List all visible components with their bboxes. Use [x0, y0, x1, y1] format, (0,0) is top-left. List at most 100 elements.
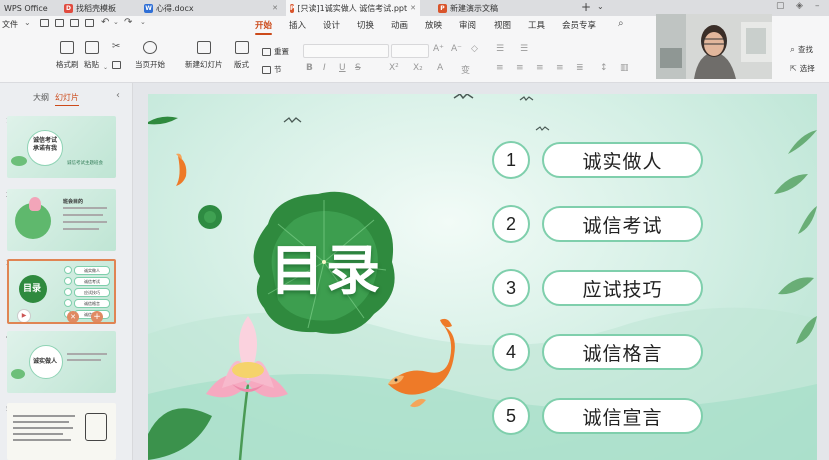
decrease-font-icon[interactable]: A⁻ [451, 44, 462, 54]
menu-slideshow[interactable]: 放映 [425, 19, 442, 31]
export-pdf-icon[interactable] [55, 19, 64, 29]
toc-item-4[interactable]: 4 诚信格言 [492, 332, 703, 371]
underline-button[interactable]: U [339, 63, 346, 73]
start-from-current-button[interactable]: 当页开始 [135, 41, 165, 70]
redo-icon[interactable]: ↷ [124, 17, 132, 28]
menu-animation[interactable]: 动画 [391, 19, 408, 31]
menu-home[interactable]: 开始 [255, 19, 273, 35]
new-slide-button[interactable]: 新建幻灯片 [185, 41, 223, 70]
paste-button[interactable]: 粘贴 [84, 41, 99, 70]
toc-item-5[interactable]: 5 诚信宣言 [492, 396, 703, 435]
bird-icon [283, 117, 302, 123]
select-button[interactable]: ⇱ 选择 [790, 63, 815, 74]
menu-insert[interactable]: 插入 [289, 19, 306, 31]
menu-design[interactable]: 设计 [323, 19, 340, 31]
distribute-icon[interactable]: ≣ [576, 63, 584, 73]
font-color-button[interactable]: A [437, 63, 443, 73]
italic-button[interactable]: I [323, 63, 326, 73]
delete-slide-icon[interactable]: ✕ [67, 311, 79, 322]
add-slide-icon[interactable]: + [91, 311, 103, 322]
webcam-person-image [656, 14, 772, 79]
copy-icon[interactable] [112, 61, 121, 71]
paste-icon [84, 41, 99, 54]
small-koi-fish-icon [176, 153, 187, 186]
slide-editor[interactable]: 目录 1 诚实做人 2 诚信考试 3 应试技巧 4 诚信格言 5 诚信宣言 [148, 94, 817, 460]
slide-thumbnail-1[interactable]: 诚信考试 承诺有我 诚信考试主题班会 [7, 116, 116, 178]
align-right-icon[interactable]: ≡ [536, 63, 544, 73]
quick-access-more-icon[interactable]: ⌄ [140, 18, 146, 26]
align-left-icon[interactable]: ≡ [496, 63, 504, 73]
toc-item-2[interactable]: 2 诚信考试 [492, 204, 703, 243]
tab-wps-home[interactable]: WPS Office [0, 0, 55, 16]
file-menu[interactable]: 文件 [2, 19, 18, 30]
subscript-button[interactable]: X₂ [413, 63, 423, 73]
slide-thumbnail-5[interactable] [7, 403, 116, 460]
cut-icon[interactable]: ✂ [112, 41, 120, 52]
slide-thumbnail-3[interactable]: 目录 诚实做人 诚信考试 应试技巧 诚信格言 诚信宣言 ▶ ✕ + [7, 259, 116, 324]
bold-button[interactable]: B [306, 63, 313, 73]
thumb-item: 诚信格言 [74, 298, 110, 308]
new-tab-plus-icon[interactable]: + [581, 0, 591, 14]
tab-slides[interactable]: 幻灯片 [55, 92, 79, 106]
thumb-item: 应试技巧 [74, 287, 110, 297]
font-name-combo[interactable] [303, 44, 389, 58]
line-spacing-icon[interactable]: ↕ [600, 63, 608, 73]
menu-transition[interactable]: 切换 [357, 19, 374, 31]
bird-icon [535, 126, 550, 131]
tab-new-presentation[interactable]: P 新建演示文稿 [434, 0, 574, 16]
play-slide-icon[interactable]: ▶ [17, 309, 31, 322]
toc-label: 诚信宣言 [542, 398, 703, 434]
find-button[interactable]: ⌕ 查找 [790, 44, 813, 55]
tab-doc-xinde[interactable]: W 心得.docx ✕ [140, 0, 282, 16]
undo-dropdown-icon[interactable]: ⌄ [113, 18, 119, 26]
menu-review[interactable]: 审阅 [459, 19, 476, 31]
tab-dropdown-icon[interactable]: ⌄ [597, 2, 604, 11]
slide-thumbnail-2[interactable]: 班会目的 [7, 189, 116, 251]
menu-member[interactable]: 会员专享 [562, 19, 596, 31]
layout-button[interactable]: 版式 [234, 41, 249, 70]
toc-number: 1 [492, 141, 530, 179]
format-painter-button[interactable]: 格式刷 [56, 41, 79, 70]
menu-tools[interactable]: 工具 [528, 19, 545, 31]
text-effect-button[interactable]: 变 [461, 63, 470, 76]
columns-icon[interactable]: ▥ [620, 63, 629, 73]
reset-label: 重置 [274, 47, 289, 56]
search-icon[interactable]: ⌕ [618, 18, 624, 29]
close-tab-icon[interactable]: ✕ [410, 4, 416, 12]
print-preview-icon[interactable] [85, 19, 94, 29]
thumb-item: 诚实做人 [74, 265, 110, 275]
align-center-icon[interactable]: ≡ [516, 63, 524, 73]
paste-dropdown-icon[interactable]: ⌄ [103, 64, 108, 71]
section-button[interactable]: 节 [262, 64, 282, 75]
find-search-icon: ⌕ [790, 44, 796, 55]
tab-current-ppt[interactable]: P [只读]1诚实做人 诚信考试.ppt ✕ [286, 0, 420, 16]
minimize-icon[interactable]: – [815, 1, 820, 11]
tab-outline[interactable]: 大纲 [33, 92, 49, 103]
font-size-combo[interactable] [391, 44, 429, 58]
bullets-icon[interactable]: ☰ [496, 44, 504, 54]
file-menu-chevron-icon[interactable]: ⌄ [24, 18, 31, 27]
collapse-panel-icon[interactable]: ‹ [116, 90, 120, 101]
clear-format-icon[interactable]: ◇ [471, 44, 478, 54]
tab-docer-templates[interactable]: D 找稻壳模板 [60, 0, 140, 16]
numbering-icon[interactable]: ☰ [520, 44, 528, 54]
menu-view[interactable]: 视图 [494, 19, 511, 31]
window-restore-icon[interactable]: ▢ [776, 1, 785, 11]
strikethrough-button[interactable]: S [355, 63, 361, 73]
superscript-button[interactable]: X² [389, 63, 399, 73]
toc-number: 3 [492, 269, 530, 307]
increase-font-icon[interactable]: A⁺ [433, 44, 444, 54]
skin-icon[interactable]: ◈ [796, 1, 803, 11]
bird-icon [453, 94, 474, 100]
slide-thumbnail-4[interactable]: 诚实做人 [7, 331, 116, 393]
print-icon[interactable] [70, 19, 79, 29]
slide-title[interactable]: 目录 [270, 226, 382, 305]
justify-icon[interactable]: ≡ [556, 63, 564, 73]
thumb-title: 目录 [23, 284, 42, 294]
close-tab-icon[interactable]: ✕ [272, 4, 278, 12]
undo-icon[interactable]: ↶ [101, 17, 109, 28]
save-icon[interactable] [40, 19, 49, 29]
reset-button[interactable]: 重置 [262, 46, 289, 57]
toc-item-1[interactable]: 1 诚实做人 [492, 140, 703, 179]
toc-item-3[interactable]: 3 应试技巧 [492, 268, 703, 307]
